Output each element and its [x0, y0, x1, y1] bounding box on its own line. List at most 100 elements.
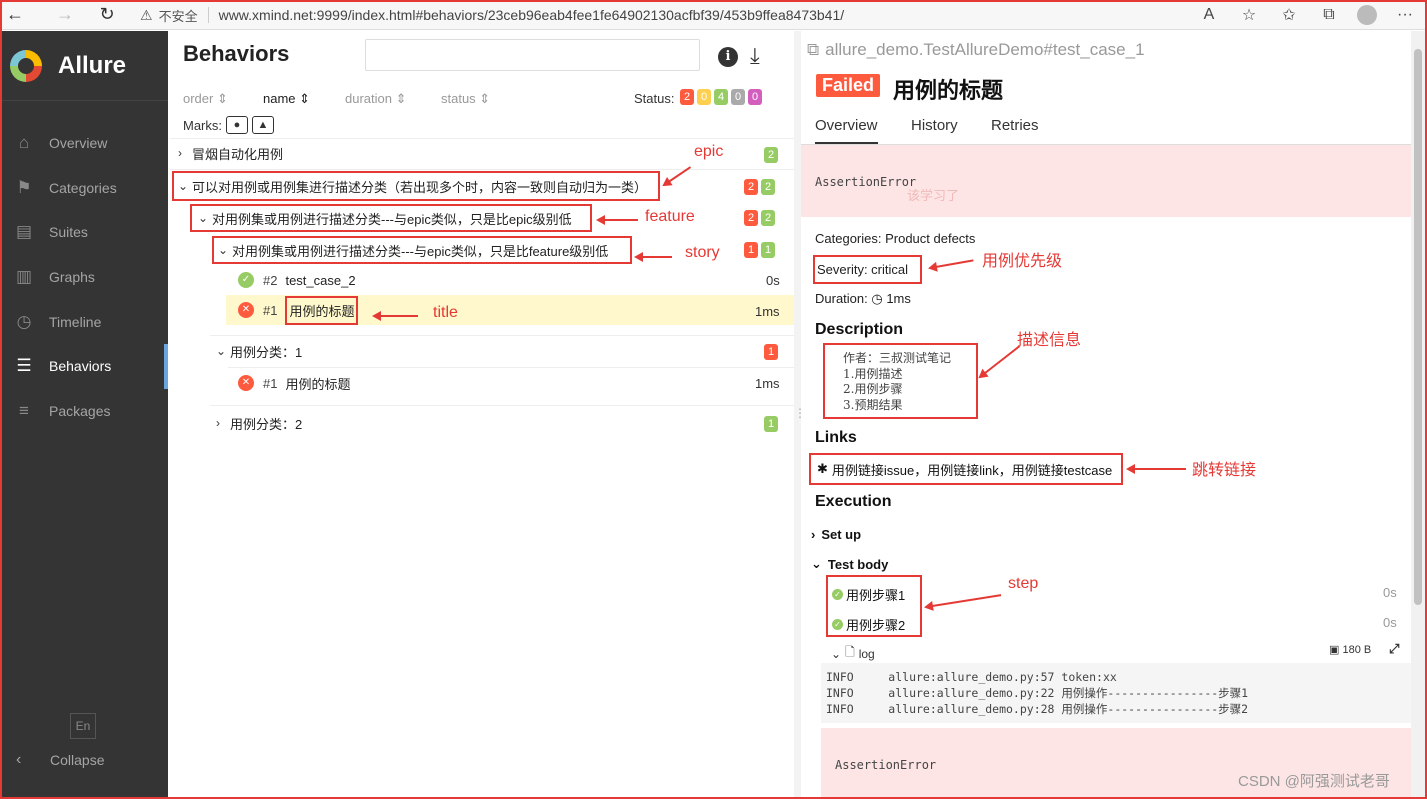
pane-splitter[interactable]	[794, 31, 806, 797]
sidebar-item-label: Packages	[49, 402, 111, 419]
tree-node-story[interactable]: ⌄ 对用例集或用例进行描述分类---与epic类似，只是比feature级别低	[212, 236, 632, 264]
chevron-down-icon: ⌄	[216, 344, 227, 358]
info-icon[interactable]: i	[718, 47, 738, 67]
brand[interactable]: Allure	[2, 31, 168, 101]
tree-node-label: 对用例集或用例进行描述分类---与epic类似，只是比feature级别低	[232, 243, 609, 259]
test-body-section[interactable]: ⌄ Test body	[811, 556, 888, 572]
passed-count: 2	[761, 210, 775, 226]
forward-button[interactable]: →	[50, 0, 80, 30]
back-button[interactable]: ←	[0, 0, 30, 30]
status-broken-count[interactable]: 0	[697, 89, 711, 105]
language-button[interactable]: En	[70, 713, 96, 739]
sidebar-item-label: Behaviors	[49, 358, 112, 375]
expand-icon[interactable]: ⤢	[1389, 641, 1399, 657]
address-bar[interactable]: ⚠ 不安全 www.xmind.net:9999/index.html#beha…	[140, 3, 1240, 27]
scrollbar[interactable]	[1411, 31, 1425, 797]
detail-tabs: Overview History Retries	[801, 111, 1411, 145]
sort-name[interactable]: name ⇕	[263, 91, 310, 107]
download-icon[interactable]: ⤓	[750, 43, 760, 69]
sort-order[interactable]: order ⇕	[183, 91, 228, 107]
tree-node-epic[interactable]: › 冒烟自动化用例	[178, 139, 283, 167]
insecure-label: 不安全	[158, 8, 198, 24]
test-name: test_case_2	[285, 272, 356, 288]
reload-button[interactable]: ↻	[92, 0, 122, 30]
sidebar-item-suites[interactable]: ▤ Suites	[2, 210, 168, 255]
setup-section[interactable]: › Set up	[811, 527, 861, 542]
error-message-box: AssertionError 该学习了	[801, 145, 1411, 217]
tree-node-label: 可以对用例或用例集进行描述分类（若出现多个时，内容一致则自动归为一类）	[192, 179, 648, 195]
list-icon: ☰	[16, 356, 32, 376]
sidebar-item-graphs[interactable]: ▥ Graphs	[2, 255, 168, 300]
chevron-left-icon: ‹	[16, 751, 22, 768]
tab-overview[interactable]: Overview	[815, 117, 878, 144]
collapse-button[interactable]: ‹ Collapse	[16, 751, 104, 769]
annotation-epic: epic	[694, 143, 724, 160]
test-path: ⧉ allure_demo.TestAllureDemo#test_case_1	[807, 40, 1145, 60]
sort-status[interactable]: status ⇕	[441, 91, 490, 107]
favorites-icon[interactable]: ✩	[1277, 5, 1301, 25]
passed-count: 2	[761, 179, 775, 195]
tree-node-feature[interactable]: ⌄ 对用例集或用例进行描述分类---与epic类似，只是比epic级别低	[190, 204, 592, 232]
status-filter-label: Status:	[634, 91, 675, 106]
sidebar-item-packages[interactable]: ≡ Packages	[2, 389, 168, 434]
chevron-down-icon: ⌄	[831, 646, 842, 661]
sidebar-item-label: Suites	[49, 224, 88, 241]
description-line: 2.用例步骤	[843, 382, 903, 396]
scroll-thumb[interactable]	[1414, 49, 1422, 605]
tree-node-label: 用例分类：1	[230, 344, 303, 360]
severity-value: Severity: critical	[813, 255, 923, 284]
status-failed-count[interactable]: 2	[680, 89, 694, 105]
read-aloud-icon[interactable]: A	[1197, 6, 1221, 24]
tree-node-epic[interactable]: ⌄ 可以对用例或用例集进行描述分类（若出现多个时，内容一致则自动归为一类）	[172, 171, 660, 201]
url-text[interactable]: www.xmind.net:9999/index.html#behaviors/…	[219, 7, 845, 23]
flaky-mark-button[interactable]: ●	[226, 116, 248, 134]
tree-node-group[interactable]: ⌄ 用例分类：1	[216, 337, 302, 365]
tab-retries[interactable]: Retries	[991, 117, 1039, 134]
test-result-row[interactable]: ✓ #2 test_case_2	[238, 266, 356, 294]
tree-node-group[interactable]: › 用例分类：2	[216, 409, 302, 437]
status-filter: 2 0 4 0 0	[680, 89, 762, 105]
links-box[interactable]: ✱ 用例链接issue，用例链接link，用例链接testcase	[809, 453, 1123, 485]
copy-icon[interactable]: ⧉	[807, 40, 819, 60]
tab-history[interactable]: History	[911, 117, 958, 134]
test-result-row-selected[interactable]: ✕ #1 用例的标题	[238, 295, 359, 325]
sidebar-item-behaviors[interactable]: ☰ Behaviors	[2, 343, 168, 389]
collapse-label: Collapse	[50, 752, 105, 768]
new-failed-mark-button[interactable]: ▲	[252, 116, 274, 134]
failed-count: 1	[764, 344, 778, 360]
description-line: 作者：三叔测试笔记	[843, 351, 952, 365]
step-name: 用例步骤2	[846, 618, 906, 633]
sidebar-item-categories[interactable]: ⚑ Categories	[2, 166, 168, 211]
step-row[interactable]: ✓ 用例步骤2	[832, 615, 905, 634]
duration-value: Duration: ◷ 1ms	[815, 291, 911, 306]
test-name: 用例的标题	[285, 295, 359, 325]
status-passed-count[interactable]: 4	[714, 89, 728, 105]
flag-icon: ⚑	[16, 177, 32, 197]
sidebar-item-timeline[interactable]: ◷ Timeline	[2, 299, 168, 344]
categories-value: Categories: Product defects	[815, 231, 976, 246]
profile-avatar[interactable]	[1357, 5, 1377, 25]
links-text[interactable]: 用例链接issue，用例链接link，用例链接testcase	[832, 460, 1112, 479]
sort-duration[interactable]: duration ⇕	[345, 91, 407, 107]
tree-node-label: 用例分类：2	[230, 416, 303, 432]
annotation-severity: 用例优先级	[982, 253, 1063, 270]
collections-icon[interactable]: ⧉	[1317, 6, 1341, 24]
step-row[interactable]: ✓ 用例步骤1	[832, 585, 905, 604]
chevron-down-icon: ⌄	[218, 243, 229, 257]
more-icon[interactable]: ···	[1393, 6, 1417, 24]
save-icon[interactable]: ▣	[1329, 644, 1339, 656]
log-attachment[interactable]: ⌄ 🗋 log	[831, 643, 875, 664]
log-line: INFO allure:allure_demo.py:57 token:xx	[826, 670, 1117, 684]
search-input[interactable]	[365, 39, 700, 71]
add-favorite-icon[interactable]: ☆	[1237, 5, 1261, 25]
tree-node-label: 冒烟自动化用例	[192, 146, 284, 162]
test-result-row[interactable]: ✕ #1 用例的标题	[238, 369, 350, 397]
sidebar-item-overview[interactable]: ⌂ Overview	[2, 121, 168, 166]
status-unknown-count[interactable]: 0	[748, 89, 762, 105]
annotation-arrow	[634, 252, 672, 262]
annotation-feature: feature	[645, 208, 695, 225]
sort-bar: order ⇕ name ⇕ duration ⇕ status ⇕ Statu…	[183, 89, 783, 109]
status-skipped-count[interactable]: 0	[731, 89, 745, 105]
description-line: 1.用例描述	[843, 366, 903, 381]
annotation-title: title	[433, 304, 458, 321]
